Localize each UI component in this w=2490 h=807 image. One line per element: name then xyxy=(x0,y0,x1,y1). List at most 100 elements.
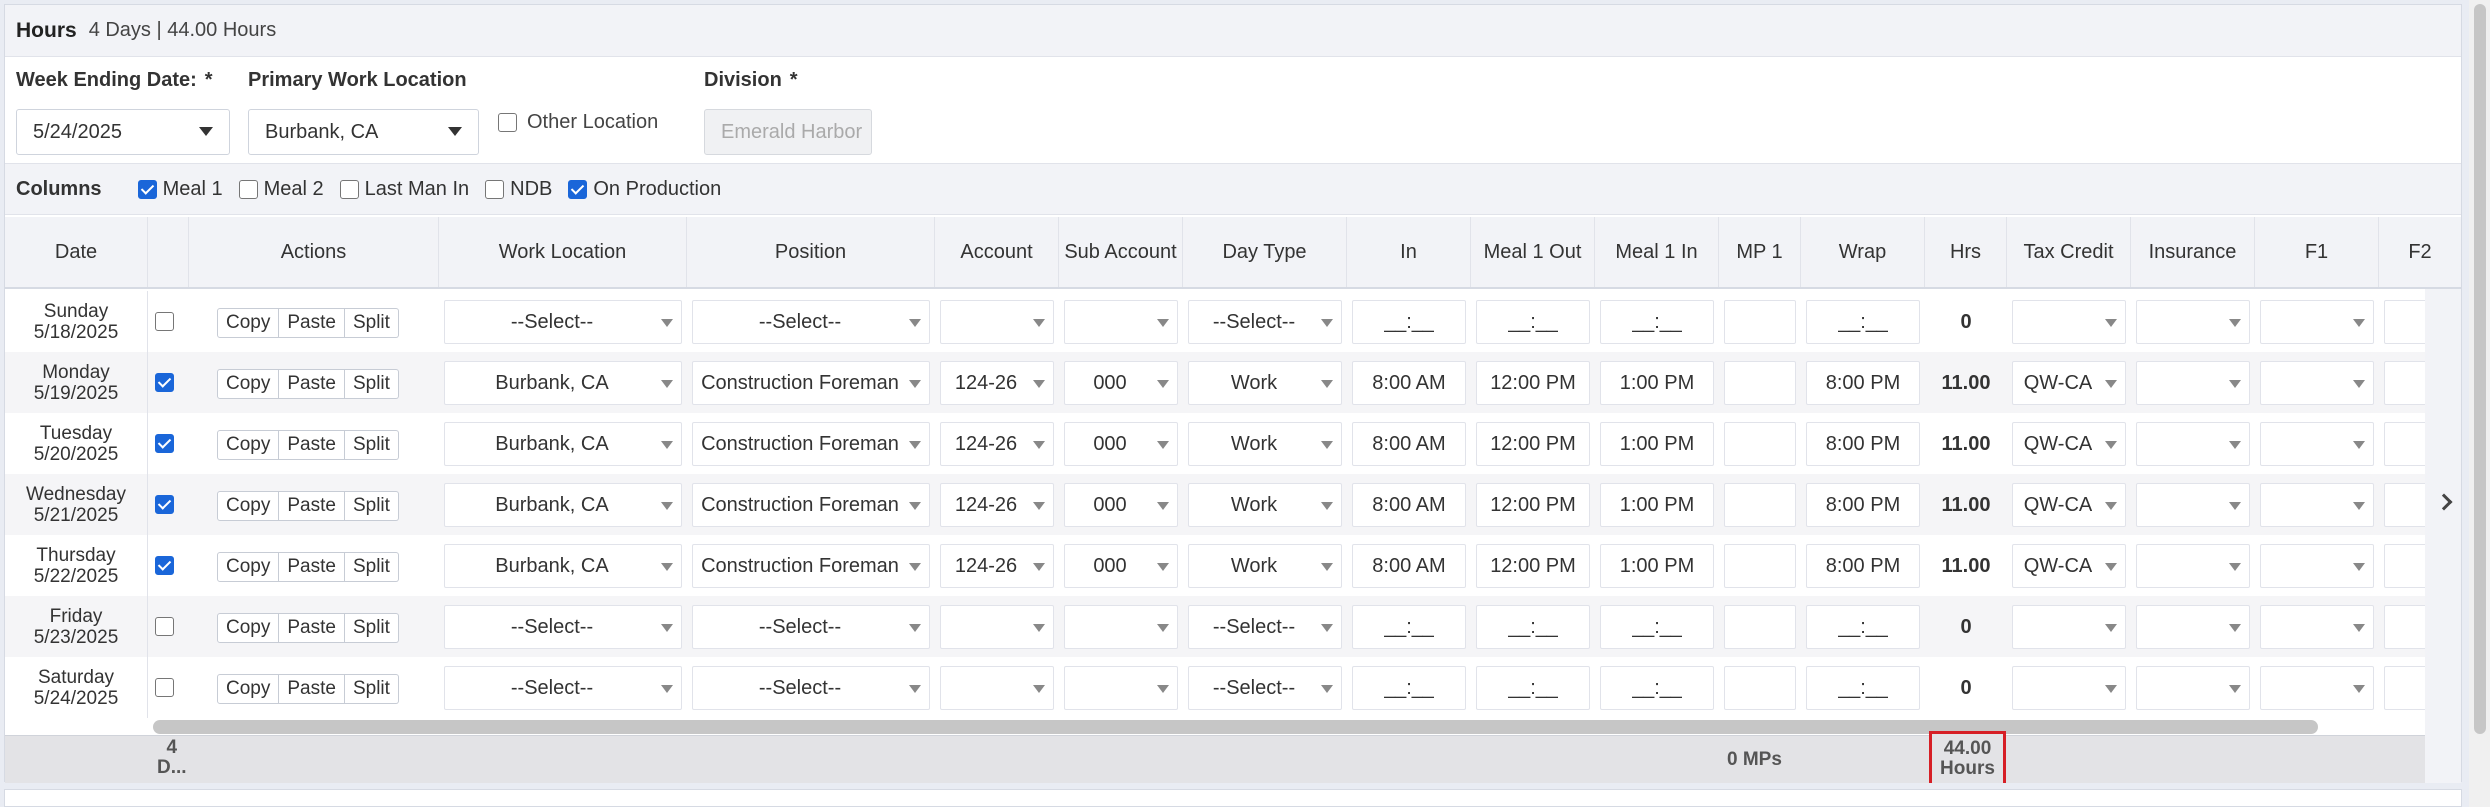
copy-button[interactable]: Copy xyxy=(217,674,280,704)
tax-credit-select[interactable] xyxy=(2012,605,2126,649)
meal1-out-input[interactable]: __:__ xyxy=(1476,605,1590,649)
copy-button[interactable]: Copy xyxy=(217,552,280,582)
primary-location-select[interactable]: Burbank, CA xyxy=(248,109,479,155)
work-location-select[interactable]: --Select-- xyxy=(444,666,682,710)
other-location-checkbox[interactable] xyxy=(498,113,517,132)
paste-button[interactable]: Paste xyxy=(279,430,345,460)
f1-select[interactable] xyxy=(2260,544,2374,588)
account-select[interactable]: 124-26 xyxy=(940,422,1054,466)
work-location-select[interactable]: Burbank, CA xyxy=(444,361,682,405)
row-select-checkbox[interactable] xyxy=(155,678,174,697)
paste-button[interactable]: Paste xyxy=(279,613,345,643)
day-type-select[interactable]: Work xyxy=(1188,422,1342,466)
sub-account-select[interactable]: 000 xyxy=(1064,544,1178,588)
sub-account-select[interactable] xyxy=(1064,666,1178,710)
f1-select[interactable] xyxy=(2260,483,2374,527)
day-type-select[interactable]: --Select-- xyxy=(1188,605,1342,649)
other-location-toggle[interactable]: Other Location xyxy=(498,111,658,134)
in-time-input[interactable]: __:__ xyxy=(1352,666,1466,710)
paste-button[interactable]: Paste xyxy=(279,369,345,399)
position-select[interactable]: Construction Foreman xyxy=(692,483,930,527)
copy-button[interactable]: Copy xyxy=(217,430,280,460)
sub-account-select[interactable] xyxy=(1064,605,1178,649)
row-select-checkbox[interactable] xyxy=(155,312,174,331)
f1-select[interactable] xyxy=(2260,666,2374,710)
column-toggle-ndb[interactable]: NDB xyxy=(485,178,552,201)
sub-account-select[interactable]: 000 xyxy=(1064,483,1178,527)
split-button[interactable]: Split xyxy=(344,613,399,643)
insurance-select[interactable] xyxy=(2136,666,2250,710)
tax-credit-select[interactable]: QW-CA xyxy=(2012,422,2126,466)
paste-button[interactable]: Paste xyxy=(279,674,345,704)
day-type-select[interactable]: --Select-- xyxy=(1188,666,1342,710)
tax-credit-select[interactable]: QW-CA xyxy=(2012,483,2126,527)
f1-select[interactable] xyxy=(2260,300,2374,344)
work-location-select[interactable]: Burbank, CA xyxy=(444,483,682,527)
tax-credit-select[interactable]: QW-CA xyxy=(2012,544,2126,588)
meal1-in-input[interactable]: 1:00 PM xyxy=(1600,361,1714,405)
column-toggle-checkbox[interactable] xyxy=(137,179,157,199)
mp1-input[interactable] xyxy=(1724,361,1796,405)
column-toggle-meal-1[interactable]: Meal 1 xyxy=(137,178,223,201)
position-select[interactable]: Construction Foreman xyxy=(692,544,930,588)
insurance-select[interactable] xyxy=(2136,483,2250,527)
meal1-in-input[interactable]: __:__ xyxy=(1600,605,1714,649)
wrap-time-input[interactable]: __:__ xyxy=(1806,605,1920,649)
f1-select[interactable] xyxy=(2260,605,2374,649)
account-select[interactable] xyxy=(940,605,1054,649)
insurance-select[interactable] xyxy=(2136,605,2250,649)
sub-account-select[interactable] xyxy=(1064,300,1178,344)
position-select[interactable]: Construction Foreman xyxy=(692,361,930,405)
in-time-input[interactable]: __:__ xyxy=(1352,605,1466,649)
position-select[interactable]: --Select-- xyxy=(692,605,930,649)
in-time-input[interactable]: 8:00 AM xyxy=(1352,483,1466,527)
day-type-select[interactable]: Work xyxy=(1188,361,1342,405)
split-button[interactable]: Split xyxy=(344,491,399,521)
work-location-select[interactable]: --Select-- xyxy=(444,300,682,344)
scroll-right-gutter[interactable] xyxy=(2425,289,2461,783)
day-type-select[interactable]: Work xyxy=(1188,544,1342,588)
row-select-checkbox[interactable] xyxy=(155,556,174,575)
column-toggle-checkbox[interactable] xyxy=(238,179,258,199)
paste-button[interactable]: Paste xyxy=(279,308,345,338)
work-location-select[interactable]: --Select-- xyxy=(444,605,682,649)
column-toggle-checkbox[interactable] xyxy=(568,179,588,199)
insurance-select[interactable] xyxy=(2136,361,2250,405)
day-type-select[interactable]: Work xyxy=(1188,483,1342,527)
split-button[interactable]: Split xyxy=(344,369,399,399)
row-select-checkbox[interactable] xyxy=(155,617,174,636)
meal1-out-input[interactable]: __:__ xyxy=(1476,300,1590,344)
copy-button[interactable]: Copy xyxy=(217,613,280,643)
paste-button[interactable]: Paste xyxy=(279,491,345,521)
tax-credit-select[interactable]: QW-CA xyxy=(2012,361,2126,405)
wrap-time-input[interactable]: 8:00 PM xyxy=(1806,361,1920,405)
meal1-in-input[interactable]: __:__ xyxy=(1600,666,1714,710)
account-select[interactable]: 124-26 xyxy=(940,361,1054,405)
mp1-input[interactable] xyxy=(1724,483,1796,527)
account-select[interactable]: 124-26 xyxy=(940,483,1054,527)
wrap-time-input[interactable]: __:__ xyxy=(1806,300,1920,344)
wrap-time-input[interactable]: __:__ xyxy=(1806,666,1920,710)
meal1-in-input[interactable]: __:__ xyxy=(1600,300,1714,344)
row-select-checkbox[interactable] xyxy=(155,373,174,392)
meal1-in-input[interactable]: 1:00 PM xyxy=(1600,544,1714,588)
in-time-input[interactable]: 8:00 AM xyxy=(1352,422,1466,466)
meal1-out-input[interactable]: 12:00 PM xyxy=(1476,483,1590,527)
account-select[interactable] xyxy=(940,666,1054,710)
wrap-time-input[interactable]: 8:00 PM xyxy=(1806,483,1920,527)
mp1-input[interactable] xyxy=(1724,666,1796,710)
copy-button[interactable]: Copy xyxy=(217,308,280,338)
column-toggle-meal-2[interactable]: Meal 2 xyxy=(238,178,324,201)
copy-button[interactable]: Copy xyxy=(217,369,280,399)
position-select[interactable]: --Select-- xyxy=(692,300,930,344)
split-button[interactable]: Split xyxy=(344,430,399,460)
meal1-out-input[interactable]: 12:00 PM xyxy=(1476,422,1590,466)
position-select[interactable]: Construction Foreman xyxy=(692,422,930,466)
split-button[interactable]: Split xyxy=(344,674,399,704)
position-select[interactable]: --Select-- xyxy=(692,666,930,710)
mp1-input[interactable] xyxy=(1724,605,1796,649)
insurance-select[interactable] xyxy=(2136,544,2250,588)
vertical-scrollbar-thumb[interactable] xyxy=(2474,4,2486,734)
split-button[interactable]: Split xyxy=(344,308,399,338)
f1-select[interactable] xyxy=(2260,361,2374,405)
